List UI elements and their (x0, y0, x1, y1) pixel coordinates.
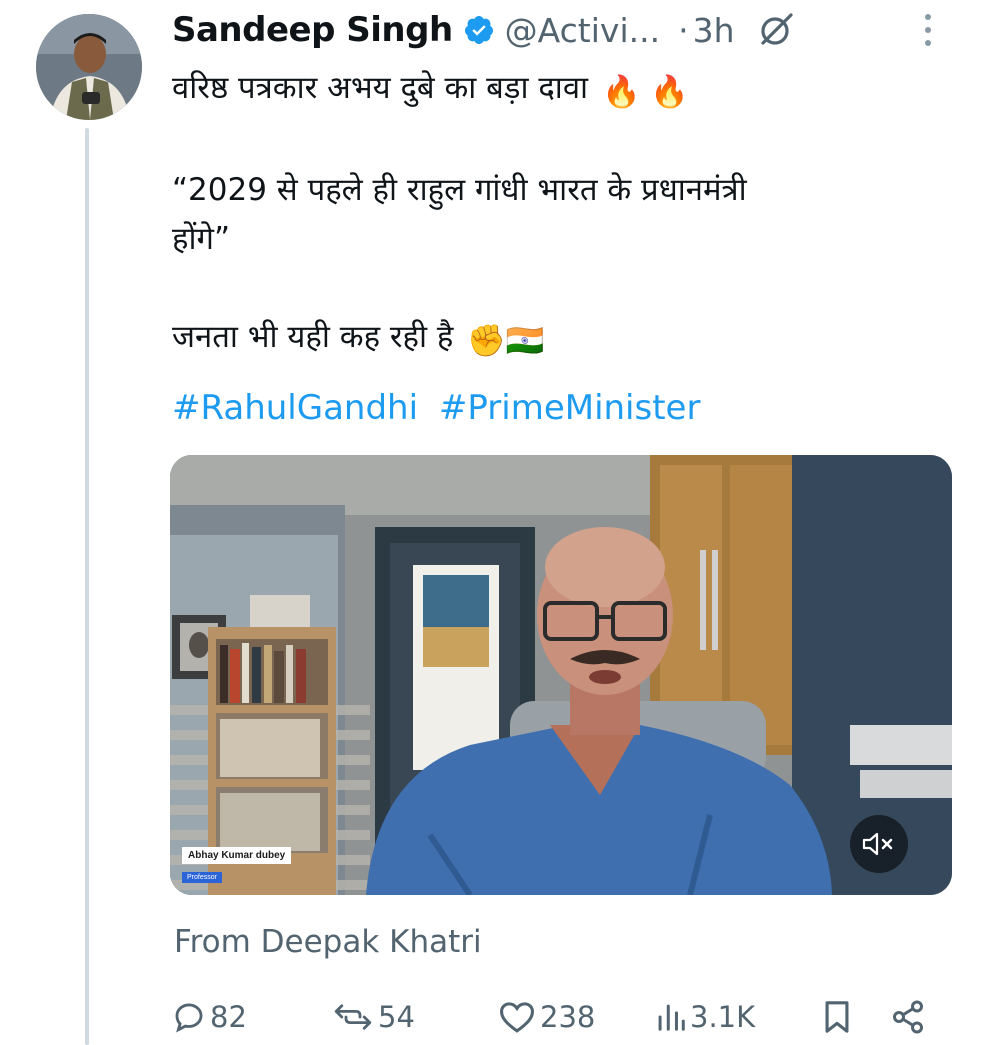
bookmark-icon (825, 1001, 849, 1033)
tweet-line-3: जनता भी यही कह रही है ✊🇮🇳 (172, 313, 942, 366)
heart-icon (499, 1002, 535, 1033)
mute-button[interactable] (850, 815, 908, 873)
bookmark-button[interactable] (822, 992, 856, 1042)
author-handle[interactable]: @Activi... (505, 11, 660, 50)
reply-count: 82 (210, 1000, 247, 1034)
timestamp[interactable]: 3h (693, 11, 735, 50)
speaker-muted-icon (862, 832, 893, 856)
lower-third: Abhay Kumar dubey Professor (182, 847, 292, 883)
author-name[interactable]: Sandeep Singh (172, 10, 453, 50)
hashtag-primeminister[interactable]: #PrimeMinister (439, 388, 701, 428)
quote-line-2: होंगे” (172, 221, 231, 257)
like-count: 238 (540, 1000, 596, 1034)
thread-line (85, 128, 89, 1045)
repost-icon (334, 1004, 372, 1030)
avatar-photo (36, 14, 142, 120)
tweet-header: Sandeep Singh @Activi... · 3h (172, 8, 795, 52)
attribution[interactable]: From Deepak Khatri (174, 924, 482, 960)
action-bar: 82 54 238 3.1K (172, 992, 942, 1042)
role-tag: Professor (182, 872, 222, 883)
tweet-line-3-text: जनता भी यही कह रही है (172, 319, 454, 355)
tweet-text: वरिष्ठ पत्रकार अभय दुबे का बड़ा दावा 🔥 🔥… (172, 64, 942, 366)
share-icon (893, 1000, 923, 1034)
repost-count: 54 (378, 1000, 415, 1034)
like-button[interactable]: 238 (498, 992, 595, 1042)
video-frame (170, 455, 952, 895)
verified-badge-icon (464, 16, 493, 44)
hashtags: #RahulGandhi #PrimeMinister (172, 388, 710, 428)
grok-icon[interactable] (757, 11, 795, 49)
fist-flag-emoji: ✊🇮🇳 (467, 323, 545, 359)
separator-dot: · (678, 10, 689, 50)
reply-button[interactable]: 82 (172, 992, 247, 1042)
repost-button[interactable]: 54 (332, 992, 415, 1042)
video-player[interactable]: Abhay Kumar dubey Professor (170, 455, 952, 895)
views-icon (658, 1004, 685, 1031)
more-options-icon[interactable] (916, 10, 940, 50)
name-tag: Abhay Kumar dubey (182, 847, 292, 864)
views-button[interactable]: 3.1K (656, 992, 755, 1042)
tweet-line-1-text: वरिष्ठ पत्रकार अभय दुबे का बड़ा दावा (172, 70, 589, 106)
view-count: 3.1K (690, 1000, 756, 1034)
fire-emoji: 🔥 🔥 (601, 74, 690, 110)
quote-line-1: “2029 से पहले ही राहुल गांधी भारत के प्र… (172, 172, 747, 208)
avatar[interactable] (36, 14, 142, 120)
tweet-line-1: वरिष्ठ पत्रकार अभय दुबे का बड़ा दावा 🔥 🔥 (172, 64, 942, 117)
share-button[interactable] (890, 992, 930, 1042)
reply-icon (175, 1003, 203, 1033)
hashtag-rahulgandhi[interactable]: #RahulGandhi (172, 388, 418, 428)
